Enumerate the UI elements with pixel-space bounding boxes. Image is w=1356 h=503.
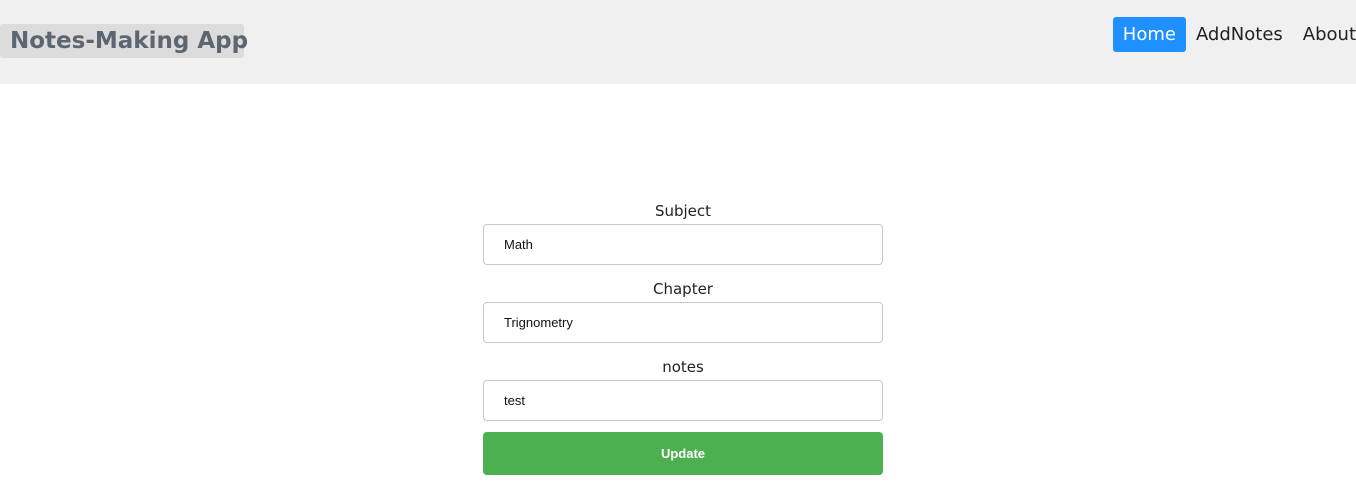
nav-links: Home AddNotes About [1112,17,1356,52]
nav-link-home[interactable]: Home [1112,17,1186,52]
nav-link-about[interactable]: About [1303,17,1356,52]
chapter-label: Chapter [653,280,713,298]
edit-note-form: Subject Chapter notes Update [483,198,883,475]
subject-label: Subject [654,202,712,220]
nav-link-addnotes[interactable]: AddNotes [1196,17,1283,52]
app-brand[interactable]: Notes-Making App [0,24,248,58]
subject-input[interactable] [483,224,883,265]
update-button[interactable]: Update [483,432,883,475]
notes-input[interactable] [483,380,883,421]
navbar: Notes-Making App Home AddNotes About [0,0,1356,84]
notes-label: notes [662,358,704,376]
chapter-input[interactable] [483,302,883,343]
